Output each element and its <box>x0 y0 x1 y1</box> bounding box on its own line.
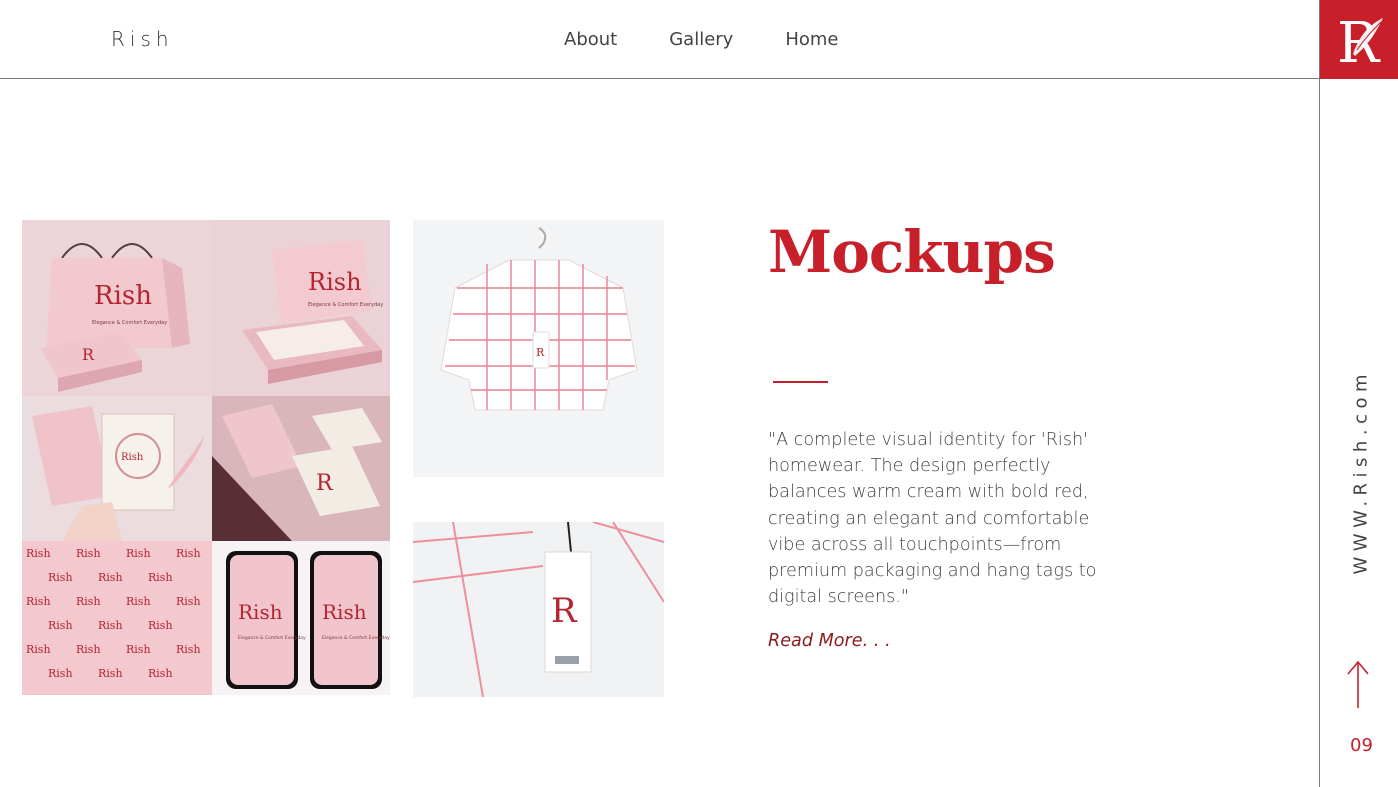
svg-text:R: R <box>82 345 95 364</box>
svg-text:Elegance & Comfort Everyday: Elegance & Comfort Everyday <box>92 320 167 326</box>
svg-text:Elegance & Comfort Everyday: Elegance & Comfort Everyday <box>308 302 383 308</box>
svg-text:Rish: Rish <box>308 268 362 296</box>
mockup-phones: Rish Elegance & Comfort Everyday Rish El… <box>212 541 390 695</box>
svg-text:Rish: Rish <box>126 595 151 608</box>
svg-text:R: R <box>316 471 334 496</box>
svg-text:Rish: Rish <box>26 547 51 560</box>
svg-text:Rish: Rish <box>238 600 283 624</box>
header: Rish About Gallery Home <box>0 0 1320 79</box>
title-underline <box>773 381 828 383</box>
svg-text:Rish: Rish <box>26 595 51 608</box>
mockup-bag-box: Rish Elegance & Comfort Everyday R <box>22 220 212 396</box>
svg-text:Rish: Rish <box>322 600 367 624</box>
website-url[interactable]: WWW.Rish.com <box>1351 369 1372 575</box>
svg-text:Rish: Rish <box>26 643 51 656</box>
svg-text:Rish: Rish <box>94 281 152 311</box>
svg-text:Rish: Rish <box>98 667 123 680</box>
svg-text:Rish: Rish <box>121 452 144 463</box>
svg-text:Elegance & Comfort Everyday: Elegance & Comfort Everyday <box>238 635 306 641</box>
svg-text:Rish: Rish <box>148 667 173 680</box>
svg-text:R: R <box>551 591 578 631</box>
sidebar-divider <box>1319 0 1320 787</box>
mockup-card-hand: Rish <box>22 396 212 541</box>
mockup-shirt: R <box>413 220 664 477</box>
nav-home[interactable]: Home <box>785 29 838 50</box>
mockup-pattern: Rish Rish Rish Rish Rish Rish Rish Rish Rish Ri… <box>22 541 212 695</box>
svg-text:Rish: Rish <box>48 571 73 584</box>
svg-text:Rish: Rish <box>176 643 201 656</box>
page-number: 09 <box>1350 735 1373 756</box>
read-more-link[interactable]: Read More. . . <box>768 631 891 651</box>
scroll-up-arrow-icon[interactable] <box>1346 660 1370 710</box>
brand-logo[interactable]: R <box>1320 0 1398 79</box>
svg-text:Rish: Rish <box>126 643 151 656</box>
svg-text:Rish: Rish <box>98 619 123 632</box>
svg-text:Rish: Rish <box>76 595 101 608</box>
svg-text:Rish: Rish <box>98 571 123 584</box>
svg-text:Rish: Rish <box>76 547 101 560</box>
svg-text:Rish: Rish <box>148 619 173 632</box>
page-title: Mockups <box>768 218 1056 286</box>
mockup-hang-tag-closeup: R <box>413 522 664 697</box>
svg-text:Rish: Rish <box>148 571 173 584</box>
mockup-hang-tags: R <box>212 396 390 541</box>
main-nav: About Gallery Home <box>564 29 838 50</box>
brand-wordmark[interactable]: Rish <box>111 27 174 51</box>
svg-text:Rish: Rish <box>176 547 201 560</box>
svg-text:Rish: Rish <box>48 667 73 680</box>
mockup-open-box: Rish Elegance & Comfort Everyday <box>212 220 390 396</box>
project-description: "A complete visual identity for 'Rish' h… <box>768 430 1097 608</box>
r-feather-logo-icon: R <box>1337 11 1383 70</box>
svg-text:Rish: Rish <box>76 643 101 656</box>
nav-gallery[interactable]: Gallery <box>669 29 733 50</box>
svg-text:Elegance & Comfort Everyday: Elegance & Comfort Everyday <box>322 635 390 641</box>
svg-text:Rish: Rish <box>176 595 201 608</box>
svg-text:Rish: Rish <box>48 619 73 632</box>
nav-about[interactable]: About <box>564 29 617 50</box>
svg-text:Rish: Rish <box>126 547 151 560</box>
svg-text:R: R <box>536 346 545 359</box>
